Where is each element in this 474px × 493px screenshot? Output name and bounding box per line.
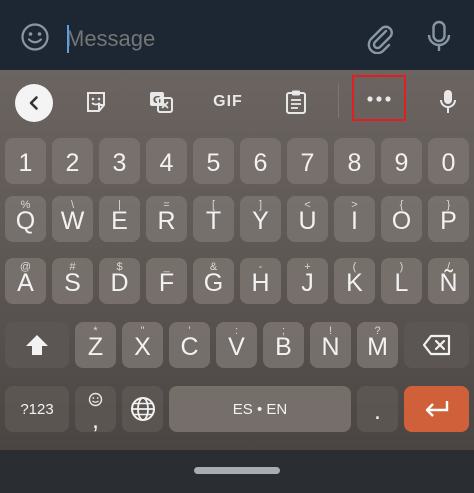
translate-button[interactable]: G (145, 86, 177, 118)
key-n[interactable]: ! N (310, 322, 351, 368)
voice-input-button[interactable] (432, 86, 464, 118)
key-3[interactable]: 3 (99, 138, 140, 184)
key-o[interactable]: {O (381, 196, 422, 242)
key-a[interactable]: @ A (5, 258, 46, 304)
key-e[interactable]: | E (99, 196, 140, 242)
key-d[interactable]: $ D (99, 258, 140, 304)
key-6[interactable]: 6 (240, 138, 281, 184)
enter-key[interactable] (404, 386, 469, 432)
gif-label: GIF (213, 93, 243, 110)
key-v[interactable]: :V (216, 322, 257, 368)
symbols-key[interactable]: ?123 (5, 386, 69, 432)
key-2[interactable]: 2 (52, 138, 93, 184)
emoji-icon[interactable] (20, 22, 50, 52)
key-l[interactable]: ) L (381, 258, 422, 304)
key-7[interactable]: 7 (287, 138, 328, 184)
key-p[interactable]: } P (428, 196, 469, 242)
clipboard-icon (286, 90, 306, 114)
globe-icon (130, 397, 155, 421)
key-g[interactable]: & G (193, 258, 234, 304)
key-s[interactable]: # S (52, 258, 93, 304)
key-f[interactable]: _ F (146, 258, 187, 304)
translate-icon: G (150, 92, 173, 113)
key-t[interactable]: [T (193, 196, 234, 242)
gif-button[interactable]: GIF (208, 86, 248, 118)
key-c[interactable]: ' C (169, 322, 210, 368)
key-0[interactable]: 0 (428, 138, 469, 184)
key-enye[interactable]: / Ñ (428, 258, 469, 304)
enter-icon (425, 401, 448, 417)
key-m[interactable]: ? M (357, 322, 398, 368)
space-key[interactable]: ES • EN (169, 386, 351, 432)
text-cursor (67, 25, 69, 53)
key-r[interactable]: = R (146, 196, 187, 242)
backspace-key[interactable] (404, 322, 469, 368)
backspace-icon (422, 334, 450, 356)
message-input[interactable] (66, 20, 346, 58)
key-x[interactable]: " X (122, 322, 163, 368)
chevron-left-icon (29, 96, 38, 110)
shift-key[interactable] (5, 322, 69, 368)
attachment-icon[interactable] (364, 22, 394, 54)
sticker-icon (87, 92, 105, 112)
key-j[interactable]: + J (287, 258, 328, 304)
gesture-handle[interactable] (194, 467, 280, 474)
microphone-icon (440, 90, 456, 113)
key-u[interactable]: < U (287, 196, 328, 242)
key-b[interactable]: ; B (263, 322, 304, 368)
key-w[interactable]: \ W (52, 196, 93, 242)
emoji-icon (88, 392, 103, 407)
key-8[interactable]: 8 (334, 138, 375, 184)
shift-icon (26, 335, 48, 355)
comma-key[interactable]: , (75, 386, 116, 434)
highlight-box (352, 75, 406, 121)
toolbar-divider (338, 84, 339, 118)
key-5[interactable]: 5 (193, 138, 234, 184)
period-key[interactable]: . (357, 386, 398, 432)
key-1[interactable]: 1 (5, 138, 46, 184)
language-key[interactable] (122, 386, 163, 432)
key-q[interactable]: % Q (5, 196, 46, 242)
key-h[interactable]: -H (240, 258, 281, 304)
key-y[interactable]: ] Y (240, 196, 281, 242)
key-4[interactable]: 4 (146, 138, 187, 184)
key-i[interactable]: > I (334, 196, 375, 242)
key-z[interactable]: * Z (75, 322, 116, 368)
message-bar (0, 0, 474, 70)
key-9[interactable]: 9 (381, 138, 422, 184)
microphone-icon[interactable] (426, 20, 452, 54)
clipboard-button[interactable] (280, 86, 312, 118)
collapse-toolbar-button[interactable] (15, 84, 53, 122)
sticker-button[interactable] (80, 86, 112, 118)
key-k[interactable]: (K (334, 258, 375, 304)
